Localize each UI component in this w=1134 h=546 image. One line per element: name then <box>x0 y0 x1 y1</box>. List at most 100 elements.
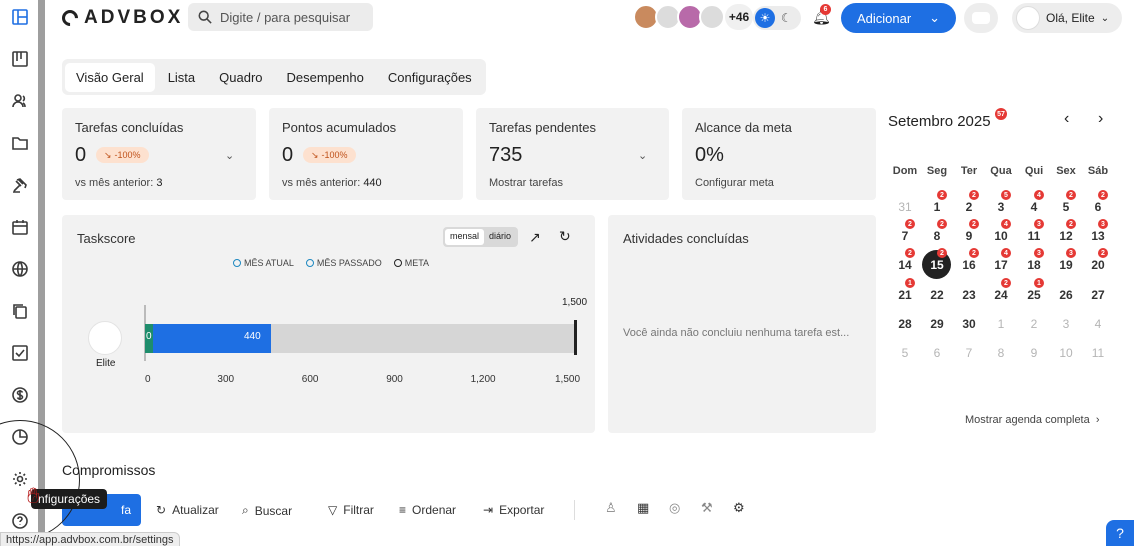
toggle-mensal[interactable]: mensal <box>445 229 485 245</box>
calendar-day[interactable]: 1 <box>921 200 953 214</box>
calendar-day[interactable]: 4 <box>1082 317 1114 331</box>
user-menu[interactable]: Olá, Elite ⌄ <box>1012 3 1122 33</box>
tab-configuracoes[interactable]: Configurações <box>377 63 483 92</box>
gavel-icon[interactable]: ⚒ <box>701 500 713 516</box>
calendar-day[interactable]: 17 <box>985 258 1017 272</box>
calendar-day[interactable]: 21 <box>889 288 921 302</box>
avatar[interactable] <box>699 4 725 30</box>
chevron-down-icon[interactable]: ⌄ <box>225 149 234 162</box>
calendar-day[interactable]: 14 <box>889 258 921 272</box>
calendar-day[interactable]: 20 <box>1082 258 1114 272</box>
calendar-day[interactable]: 11 <box>1082 346 1114 360</box>
calendar-day[interactable]: 19 <box>1050 258 1082 272</box>
calendar-day[interactable]: 3 <box>985 200 1017 214</box>
theme-toggle[interactable]: ☀ ☾ <box>753 6 801 30</box>
prev-month-icon[interactable]: ‹ <box>1064 110 1069 128</box>
calendar-day[interactable]: 30 <box>953 317 985 331</box>
calendar-day[interactable]: 26 <box>1050 288 1082 302</box>
calendar-day[interactable]: 12 <box>1050 229 1082 243</box>
assistant-robot-icon[interactable] <box>964 3 998 33</box>
refresh-icon[interactable]: ↻ <box>559 228 571 245</box>
calendar-day[interactable]: 29 <box>921 317 953 331</box>
calendar-day[interactable]: 31 <box>889 200 921 214</box>
tab-desempenho[interactable]: Desempenho <box>276 63 375 92</box>
calendar-day[interactable]: 11 <box>1018 229 1050 243</box>
calendar-day[interactable]: 7 <box>953 346 985 360</box>
calendar-day[interactable]: 7 <box>889 229 921 243</box>
logo[interactable]: ADVBOX <box>58 6 184 30</box>
event-count-badge: 2 <box>905 219 915 229</box>
calendar-day[interactable]: 8 <box>985 346 1017 360</box>
x-tick-label: 900 <box>386 374 403 385</box>
add-button[interactable]: Adicionar ⌄ <box>841 3 956 33</box>
calendar-day[interactable]: 9 <box>1018 346 1050 360</box>
next-month-icon[interactable]: › <box>1098 110 1103 128</box>
moon-icon[interactable]: ☾ <box>781 11 792 25</box>
show-tasks-link[interactable]: Mostrar tarefas <box>489 177 563 189</box>
checkbox-icon[interactable] <box>11 344 29 362</box>
logo-text: ADVBOX <box>84 7 184 28</box>
tab-lista[interactable]: Lista <box>157 63 206 92</box>
card-value: 735 <box>489 144 523 166</box>
card-tarefas-pendentes: Tarefas pendentes 735 ⌄ Mostrar tarefas <box>476 108 669 200</box>
export-button[interactable]: ⇥ Exportar <box>483 503 544 517</box>
users-icon[interactable] <box>11 92 29 110</box>
calendar-day[interactable]: 27 <box>1082 288 1114 302</box>
search-box[interactable] <box>188 3 373 31</box>
calendar-icon[interactable]: ▦ <box>637 500 649 516</box>
layout-icon[interactable] <box>11 8 29 26</box>
calendar-day[interactable]: 5 <box>889 346 921 360</box>
calendar-day[interactable]: 6 <box>1082 200 1114 214</box>
search-button[interactable]: ⌕ Buscar <box>242 503 292 518</box>
calendar-day[interactable]: 2 <box>1018 317 1050 331</box>
globe-icon[interactable] <box>11 260 29 278</box>
show-full-agenda-link[interactable]: Mostrar agenda completa › <box>965 414 1100 426</box>
chevron-down-icon[interactable]: ⌄ <box>638 149 647 162</box>
tab-quadro[interactable]: Quadro <box>208 63 273 92</box>
calendar-day[interactable]: 5 <box>1050 200 1082 214</box>
calendar-day[interactable]: 9 <box>953 229 985 243</box>
calendar-day[interactable]: 4 <box>1018 200 1050 214</box>
folder-icon[interactable] <box>11 134 29 152</box>
sort-button[interactable]: ≡ Ordenar <box>399 503 456 517</box>
calendar-day[interactable]: 10 <box>1050 346 1082 360</box>
gear-icon[interactable]: ⚙ <box>733 500 745 516</box>
copy-icon[interactable] <box>11 302 29 320</box>
target-icon[interactable]: ◎ <box>669 500 680 516</box>
calendar-day[interactable]: 1 <box>985 317 1017 331</box>
event-count-badge: 5 <box>1001 190 1011 200</box>
calendar-day[interactable]: 15 <box>921 258 953 272</box>
sun-icon[interactable]: ☀ <box>755 8 775 28</box>
trend-chart-icon[interactable]: ↗ <box>529 229 541 246</box>
avatars-more-count[interactable]: +46 <box>725 4 753 30</box>
person-icon[interactable]: ♙ <box>605 500 617 516</box>
filter-button[interactable]: ▽ Filtrar <box>328 503 374 517</box>
search-input[interactable] <box>220 9 360 25</box>
calendar-icon[interactable] <box>11 218 29 236</box>
calendar-day[interactable]: 18 <box>1018 258 1050 272</box>
configure-goal-link[interactable]: Configurar meta <box>695 177 774 189</box>
calendar-day[interactable]: 25 <box>1018 288 1050 302</box>
calendar-day[interactable]: 22 <box>921 288 953 302</box>
calendar-day[interactable]: 6 <box>921 346 953 360</box>
calendar-day[interactable]: 13 <box>1082 229 1114 243</box>
calendar-day[interactable]: 28 <box>889 317 921 331</box>
calendar-day[interactable]: 2 <box>953 200 985 214</box>
calendar-day[interactable]: 24 <box>985 288 1017 302</box>
gavel-icon[interactable] <box>11 176 29 194</box>
period-toggle[interactable]: mensal diário <box>443 227 519 247</box>
trend-pill: ↘ -100% <box>303 147 356 163</box>
tab-visao-geral[interactable]: Visão Geral <box>65 62 155 92</box>
x-tick-label: 1,500 <box>555 374 581 385</box>
help-chat-icon[interactable]: ? <box>1106 520 1134 546</box>
dollar-icon[interactable] <box>11 386 29 404</box>
board-icon[interactable] <box>11 50 29 68</box>
calendar-day[interactable]: 16 <box>953 258 985 272</box>
calendar-day[interactable]: 8 <box>921 229 953 243</box>
toggle-diario[interactable]: diário <box>484 229 516 245</box>
calendar-day[interactable]: 3 <box>1050 317 1082 331</box>
team-avatars[interactable]: +46 <box>633 4 753 30</box>
refresh-button[interactable]: ↻ Atualizar <box>156 503 219 517</box>
calendar-day[interactable]: 23 <box>953 288 985 302</box>
calendar-day[interactable]: 10 <box>985 229 1017 243</box>
